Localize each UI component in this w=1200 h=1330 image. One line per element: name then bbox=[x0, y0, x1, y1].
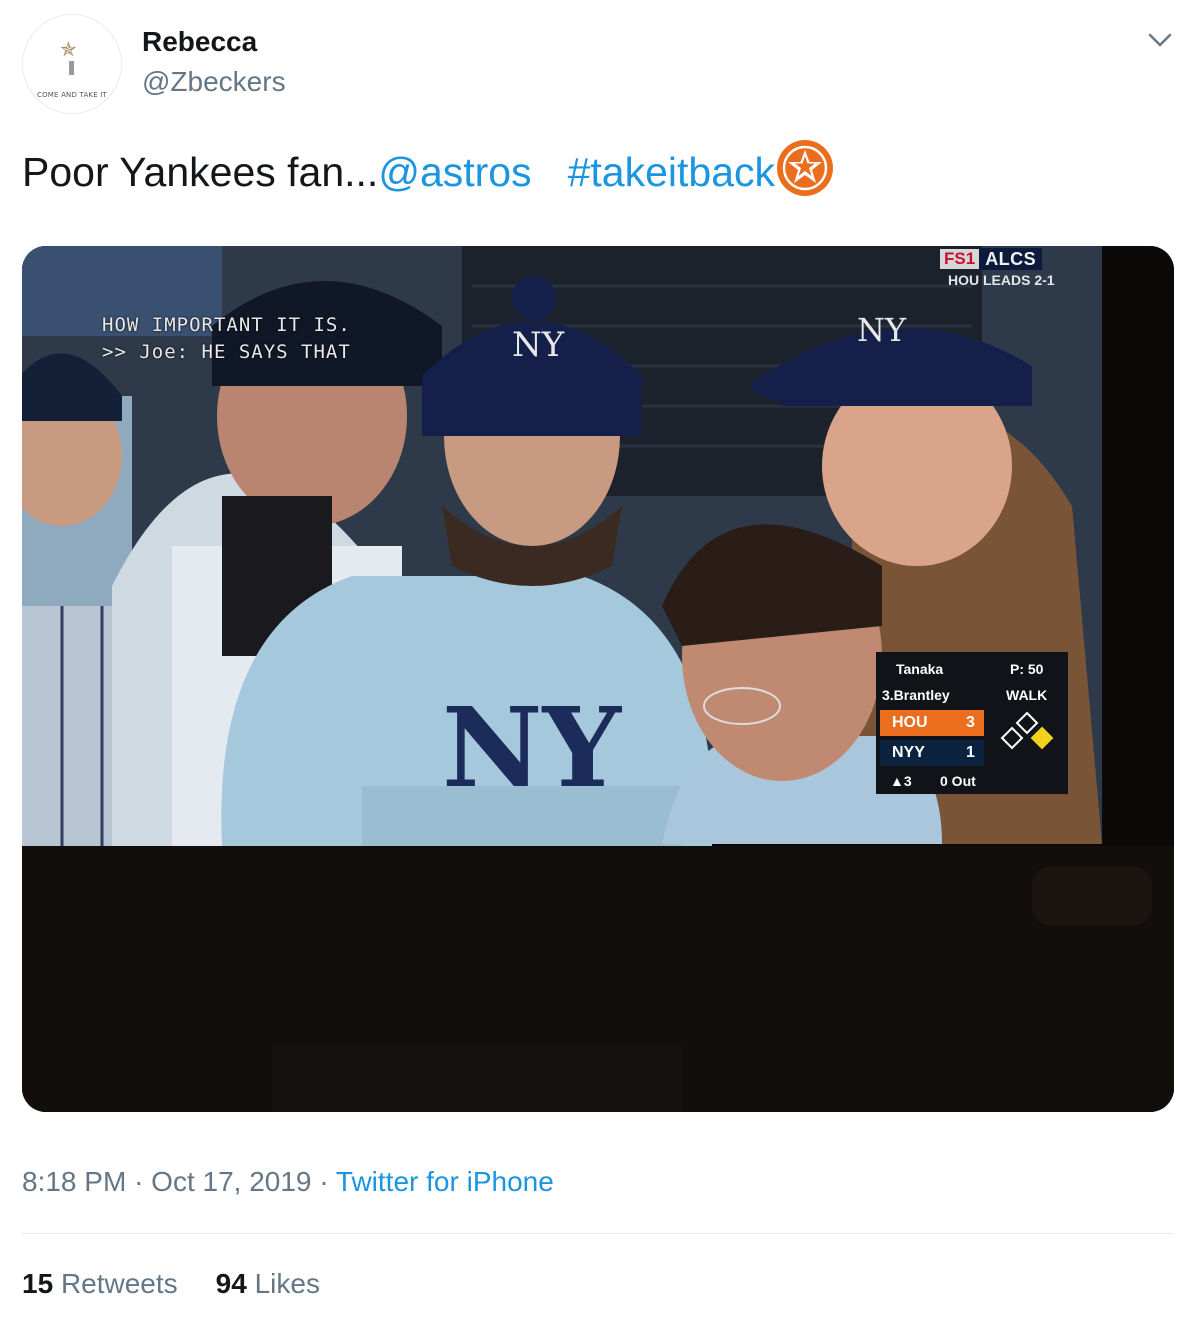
avatar-caption: COME AND TAKE IT bbox=[36, 91, 108, 99]
mention-link[interactable]: @astros bbox=[378, 149, 531, 195]
star-icon: ✯ bbox=[60, 37, 77, 61]
scorebug: Tanaka P: 50 3.Brantley WALK HOU 3 NYY 1… bbox=[876, 652, 1068, 794]
scorebug-batter-row: 3.Brantley WALK bbox=[876, 682, 1068, 708]
svg-text:NY: NY bbox=[857, 311, 907, 349]
divider bbox=[22, 1233, 1174, 1234]
pitcher-name: Tanaka bbox=[896, 661, 944, 677]
retweet-count: 15 bbox=[22, 1268, 54, 1299]
team-abbr: HOU bbox=[892, 714, 928, 731]
team-row-hou: HOU 3 bbox=[880, 710, 984, 736]
network-logo: FS1 bbox=[940, 249, 980, 269]
team-score: 3 bbox=[966, 714, 975, 731]
team-abbr: NYY bbox=[892, 744, 925, 761]
tower-icon bbox=[69, 61, 74, 75]
closed-caption-line1: HOW IMPORTANT IT IS. bbox=[102, 314, 351, 336]
avatar[interactable]: ✯ COME AND TAKE IT bbox=[22, 14, 122, 114]
astros-star-emoji-icon bbox=[777, 140, 834, 196]
author-handle[interactable]: @Zbeckers bbox=[142, 66, 286, 98]
series-status: HOU LEADS 2-1 bbox=[948, 272, 1055, 288]
scorebug-pitcher-row: Tanaka P: 50 bbox=[876, 656, 1068, 682]
team-score: 1 bbox=[966, 744, 975, 761]
network-bug: FS1 ALCS bbox=[940, 248, 1043, 270]
chevron-down-icon[interactable] bbox=[1146, 30, 1174, 50]
tweet-time[interactable]: 8:18 PM bbox=[22, 1166, 126, 1197]
closed-caption-line2: >> Joe: HE SAYS THAT bbox=[102, 341, 351, 363]
tweet-text: Poor Yankees fan...@astros #takeitback bbox=[22, 140, 834, 199]
tweet-meta: 8:18 PM · Oct 17, 2019 · Twitter for iPh… bbox=[22, 1166, 554, 1198]
svg-text:NY: NY bbox=[512, 325, 565, 365]
inning: ▲3 bbox=[890, 773, 912, 789]
tweet-date[interactable]: Oct 17, 2019 bbox=[151, 1166, 311, 1197]
scorebug-inning-row: ▲3 0 Out bbox=[876, 768, 1068, 794]
likes-label: Likes bbox=[254, 1268, 320, 1299]
outs: 0 Out bbox=[940, 773, 976, 789]
play-result: WALK bbox=[1006, 687, 1048, 703]
likes-stat[interactable]: 94 Likes bbox=[216, 1268, 320, 1299]
bases-diamond-icon bbox=[1000, 711, 1054, 750]
author-name[interactable]: Rebecca bbox=[142, 26, 257, 58]
meta-separator: · bbox=[134, 1166, 144, 1197]
hashtag-link[interactable]: #takeitback bbox=[568, 149, 775, 195]
retweets-stat[interactable]: 15 Retweets bbox=[22, 1268, 178, 1299]
pitch-count: P: 50 bbox=[1010, 661, 1044, 677]
tweet-photo[interactable]: NY NY NY HOW IMPORTANT IT IS. >> Joe: HE… bbox=[22, 246, 1174, 1112]
meta-separator: · bbox=[319, 1166, 329, 1197]
closed-caption: HOW IMPORTANT IT IS. >> Joe: HE SAYS THA… bbox=[102, 312, 351, 366]
like-count: 94 bbox=[215, 1268, 247, 1299]
tweet-text-body: Poor Yankees fan... bbox=[22, 149, 379, 195]
batter-name: 3.Brantley bbox=[882, 687, 950, 703]
retweets-label: Retweets bbox=[60, 1268, 178, 1299]
series-label: ALCS bbox=[979, 248, 1043, 270]
tweet-source-link[interactable]: Twitter for iPhone bbox=[336, 1166, 554, 1197]
team-row-nyy: NYY 1 bbox=[880, 740, 984, 766]
tweet-stats: 15 Retweets 94 Likes bbox=[22, 1268, 320, 1300]
